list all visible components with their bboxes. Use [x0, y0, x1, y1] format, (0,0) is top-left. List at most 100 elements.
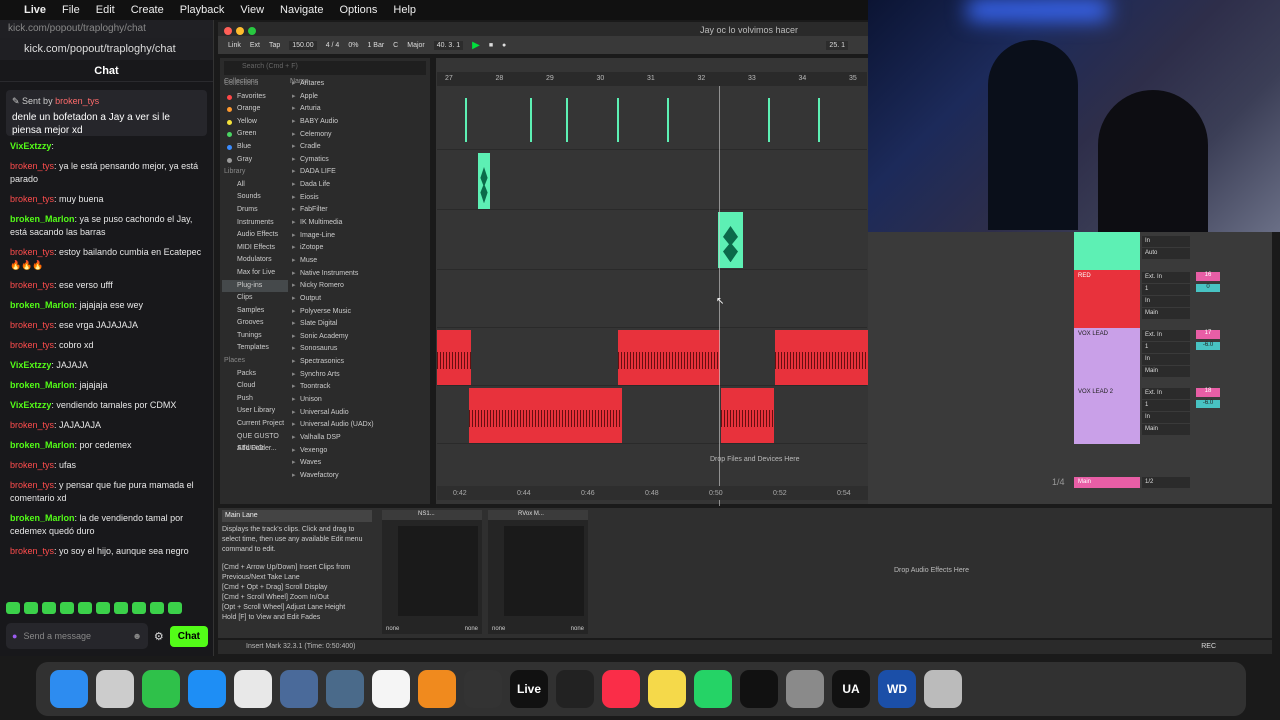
monitor-in[interactable]: In [1142, 236, 1190, 247]
browser-plugin-folder[interactable]: Output [290, 293, 426, 306]
chat-username[interactable]: VixExtzzy [10, 400, 51, 410]
chat-send-button[interactable]: Chat [169, 625, 208, 647]
browser-category-yellow[interactable]: Yellow [222, 116, 288, 129]
browser-plugin-folder[interactable]: BABY Audio [290, 116, 426, 129]
audio-clip[interactable] [437, 330, 471, 385]
key-menu[interactable]: C [393, 42, 398, 49]
chrome-icon[interactable] [234, 670, 272, 708]
audio-clip[interactable] [618, 330, 720, 385]
message-input[interactable]: ● Send a message ☻ [6, 623, 148, 649]
browser-category-packs[interactable]: Packs [222, 368, 288, 381]
chat-username[interactable]: broken_tys [10, 247, 54, 257]
window-close-button[interactable] [224, 27, 232, 35]
browser-plugin-folder[interactable]: Universal Audio (UADx) [290, 419, 426, 432]
chat-username[interactable]: VixExtzzy [10, 360, 51, 370]
tap-tempo-button[interactable]: Tap [269, 42, 280, 49]
browser-plugin-folder[interactable]: Arturia [290, 103, 426, 116]
chat-username[interactable]: broken_tys [10, 161, 54, 171]
sidechain-select[interactable]: none [571, 626, 584, 632]
menu-item-help[interactable]: Help [393, 4, 416, 16]
chat-username[interactable]: VixExtzzy [10, 141, 51, 151]
sidechain-select[interactable]: none [492, 626, 505, 632]
browser-category-cloud[interactable]: Cloud [222, 380, 288, 393]
browser-plugin-folder[interactable]: Waves [290, 457, 426, 470]
menu-app-name[interactable]: Live [24, 4, 46, 16]
browser-plugin-folder[interactable]: Unison [290, 394, 426, 407]
ableton-live-icon[interactable]: Live [510, 670, 548, 708]
audio-clip[interactable] [721, 388, 774, 443]
browser-category-sounds[interactable]: Sounds [222, 191, 288, 204]
browser-category-blue[interactable]: Blue [222, 141, 288, 154]
menu-item-edit[interactable]: Edit [96, 4, 115, 16]
browser-plugin-folder[interactable]: Toontrack [290, 381, 426, 394]
emote-icon[interactable] [60, 602, 74, 614]
chat-username[interactable]: broken_tys [10, 420, 54, 430]
browser-category-gray[interactable]: Gray [222, 154, 288, 167]
audio-clip[interactable] [469, 388, 622, 443]
track-lane-fx-2[interactable] [437, 210, 867, 270]
device-rvox[interactable]: RVox M... none none [488, 510, 588, 634]
main-track-header[interactable]: Main [1074, 477, 1140, 488]
quantize-display[interactable]: 1/4 [1052, 477, 1065, 487]
track-header-group[interactable] [1074, 232, 1140, 270]
browser-plugin-folder[interactable]: Image-Line [290, 230, 426, 243]
output-routing[interactable]: Main [1142, 366, 1190, 377]
browser-plugin-folder[interactable]: Cymatics [290, 154, 426, 167]
beat-ruler[interactable]: 27 28 29 30 31 32 33 34 35 [437, 72, 867, 86]
track-volume[interactable]: -6.0 [1196, 342, 1220, 350]
link-button[interactable]: Link [228, 42, 241, 49]
browser-plugin-folder[interactable]: Celemony [290, 129, 426, 142]
window-zoom-button[interactable] [248, 27, 256, 35]
input-channel[interactable]: 1 [1142, 400, 1190, 411]
menu-item-create[interactable]: Create [131, 4, 164, 16]
audio-clip[interactable] [775, 330, 875, 385]
time-signature[interactable]: 4 / 4 [326, 42, 340, 49]
browser-category-grooves[interactable]: Grooves [222, 317, 288, 330]
fl-studio-icon[interactable] [418, 670, 456, 708]
browser-plugin-folder[interactable]: FabFilter [290, 204, 426, 217]
browser-category-push[interactable]: Push [222, 393, 288, 406]
browser-category-modulators[interactable]: Modulators [222, 254, 288, 267]
browser-category-tunings[interactable]: Tunings [222, 330, 288, 343]
browser-category-samples[interactable]: Samples [222, 305, 288, 318]
microphone-icon[interactable]: ● [12, 631, 17, 641]
browser-plugin-folder[interactable]: IK Multimedia [290, 217, 426, 230]
browser-category-que-gusto-studio[interactable]: QUE GUSTO STUDIO [222, 431, 288, 453]
device-title[interactable]: RVox M... [488, 510, 588, 520]
track-number[interactable]: 18 [1196, 388, 1220, 397]
emote-icon[interactable] [78, 602, 92, 614]
finder-icon[interactable] [50, 670, 88, 708]
track-number[interactable]: 17 [1196, 330, 1220, 339]
browser-category-instruments[interactable]: Instruments [222, 217, 288, 230]
monitor-in[interactable]: In [1142, 296, 1190, 307]
facetime-icon[interactable] [142, 670, 180, 708]
input-channel[interactable]: 1 [1142, 284, 1190, 295]
browser-category-favorites[interactable]: Favorites [222, 91, 288, 104]
track-lane-vox-lead-2[interactable] [437, 386, 867, 444]
browser-plugin-folder[interactable]: Antares [290, 78, 426, 91]
browser-category-midi-effects[interactable]: MIDI Effects [222, 242, 288, 255]
chat-username[interactable]: broken_tys [10, 460, 54, 470]
tab-title[interactable]: kick.com/popout/traploghy/chat [0, 20, 213, 38]
window-minimize-button[interactable] [236, 27, 244, 35]
track-volume[interactable]: -6.0 [1196, 400, 1220, 408]
track-header-red[interactable]: RED [1074, 270, 1140, 328]
device-ui[interactable] [504, 526, 584, 616]
input-type[interactable]: Ext. In [1142, 330, 1190, 341]
browser-category-add-folder-[interactable]: Add Folder... [222, 443, 288, 456]
notes-icon[interactable] [648, 670, 686, 708]
browser-plugin-folder[interactable]: Slate Digital [290, 318, 426, 331]
audio-clip[interactable] [478, 153, 490, 209]
browser-category-templates[interactable]: Templates [222, 342, 288, 355]
menu-item-options[interactable]: Options [339, 4, 377, 16]
browser-category-audio-effects[interactable]: Audio Effects [222, 229, 288, 242]
input-type[interactable]: Ext. In [1142, 272, 1190, 283]
emote-icon[interactable] [96, 602, 110, 614]
chat-username[interactable]: broken_tys [10, 194, 54, 204]
capcut-icon[interactable] [372, 670, 410, 708]
emote-icon[interactable] [24, 602, 38, 614]
browser-category-all[interactable]: All [222, 179, 288, 192]
browser-category-current-project[interactable]: Current Project [222, 418, 288, 431]
browser-category-user-library[interactable]: User Library [222, 405, 288, 418]
browser-plugin-folder[interactable]: DADA LIFE [290, 166, 426, 179]
